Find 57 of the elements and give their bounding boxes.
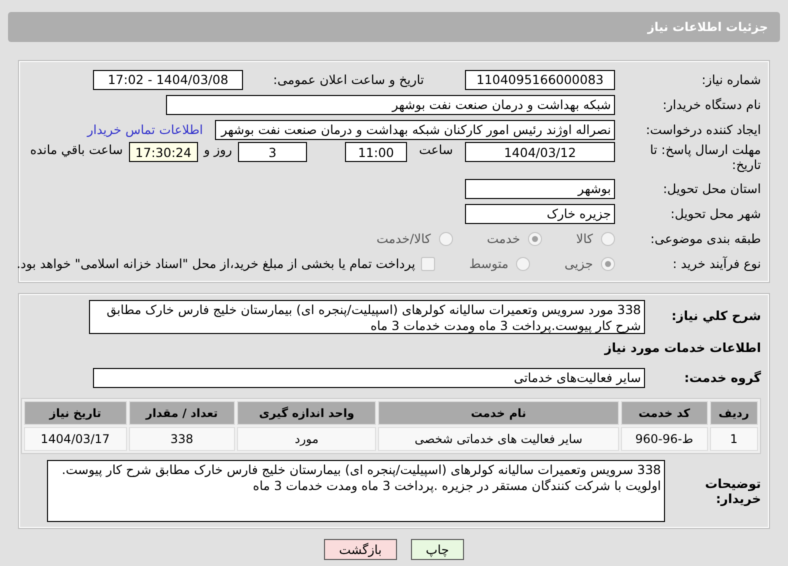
days-field: 3 xyxy=(238,142,307,162)
page-title: جزئیات اطلاعات نیاز xyxy=(8,12,780,42)
radio-label: متوسط xyxy=(469,256,508,271)
buyer-notes-box: 338 سرویس وتعمیرات سالیانه کولرهای (اسپیلیت/پنجره ای) بیمارستان خلیج فارس خارک مطابق شرح کار پیوست. اولویت با شرکت کنندگان مستقر در جزیره .پرداخت 3 ماه ومدت خدمات 3 ماه xyxy=(47,460,665,522)
field-label: نوع فرآیند خرید : xyxy=(672,256,761,271)
announce-date-field: 1404/03/08 - 17:02 xyxy=(93,70,243,90)
field-label: روز و xyxy=(204,142,232,157)
radio-button[interactable] xyxy=(438,232,453,246)
city-field: جزیره خارک xyxy=(465,204,615,224)
column-header: واحد اندازه گیری xyxy=(237,401,376,425)
field-label: ساعت xyxy=(418,142,453,157)
table-cell: ط-96-960 xyxy=(620,427,708,451)
field-label: طبقه بندی موضوعی: xyxy=(649,231,761,246)
table-cell: مورد xyxy=(237,427,376,451)
service-group-field: سایر فعالیت‌های خدماتی xyxy=(93,368,645,388)
field-label: استان محل تحویل: xyxy=(662,181,761,196)
radio-label: کالا/خدمت xyxy=(376,231,431,246)
province-field: بوشهر xyxy=(465,178,615,198)
field-label: گروه خدمت: xyxy=(683,370,761,385)
column-header: کد خدمت xyxy=(620,401,708,425)
column-header: نام خدمت xyxy=(378,401,619,425)
radio-button[interactable] xyxy=(528,232,542,246)
buyer-org-field: شبکه بهداشت و درمان صنعت نفت بوشهر xyxy=(166,94,615,114)
radio-label: خدمت xyxy=(486,231,520,246)
deadline-date-field: 1404/03/12 xyxy=(465,142,615,162)
column-header: ردیف xyxy=(710,401,758,425)
print-button[interactable]: چاپ xyxy=(410,539,464,560)
table-cell: 1 xyxy=(710,427,758,451)
field-label: ایجاد کننده درخواست: xyxy=(644,122,761,137)
radio-button[interactable] xyxy=(601,232,615,246)
field-label: توضیحات خریدار: xyxy=(704,476,761,506)
field-label: شماره نیاز: xyxy=(700,72,761,87)
field-label: ساعت باقي مانده xyxy=(30,142,123,157)
section-heading: اطلاعات خدمات مورد نیاز xyxy=(603,340,761,355)
table-cell: 338 xyxy=(128,427,236,451)
field-label: نام دستگاه خریدار: xyxy=(662,97,761,112)
radio-button[interactable] xyxy=(516,256,530,270)
field-label: شرح كلي نياز: xyxy=(670,308,761,323)
table-cell: 1404/03/17 xyxy=(24,427,126,451)
checkbox[interactable] xyxy=(421,256,436,270)
description-box: 338 مورد سرویس وتعمیرات سالیانه کولرهای (اسپیلیت/پنجره ای) بیمارستان خلیج فارس خارک مطابق شرح کار پیوست.پرداخت 3 ماه ومدت خدمات 3 ماه xyxy=(89,300,645,334)
remaining-time-field: 17:30:24 xyxy=(128,142,198,162)
column-header: تعداد / مقدار xyxy=(128,401,236,425)
field-label: مهلت ارسال پاسخ: تا تاریخ: xyxy=(649,142,761,172)
radio-label: جزیی xyxy=(564,256,593,271)
back-button[interactable]: بازگشت xyxy=(324,539,397,560)
checkbox-label: پرداخت تمام یا بخشی از مبلغ خرید،از محل "اسناد خزانه اسلامی" خواهد بود. xyxy=(16,256,416,271)
field-label: تاریخ و ساعت اعلان عمومی: xyxy=(272,72,424,87)
radio-button[interactable] xyxy=(601,256,615,270)
need-number-field: 1104095166000083 xyxy=(465,70,615,90)
deadline-time-field: 11:00 xyxy=(344,142,407,162)
field-label: شهر محل تحویل: xyxy=(670,206,761,221)
requester-field: نصراله اوژند رئیس امور کارکنان شبکه بهداشت و درمان صنعت نفت بوشهر xyxy=(215,120,615,140)
column-header: تاریخ نیاز xyxy=(24,401,126,425)
table-cell: سایر فعالیت های خدماتی شخصی xyxy=(378,427,619,451)
radio-label: کالا xyxy=(576,231,593,246)
buyer-contact-link[interactable]: اطلاعات تماس خریدار xyxy=(87,122,203,137)
